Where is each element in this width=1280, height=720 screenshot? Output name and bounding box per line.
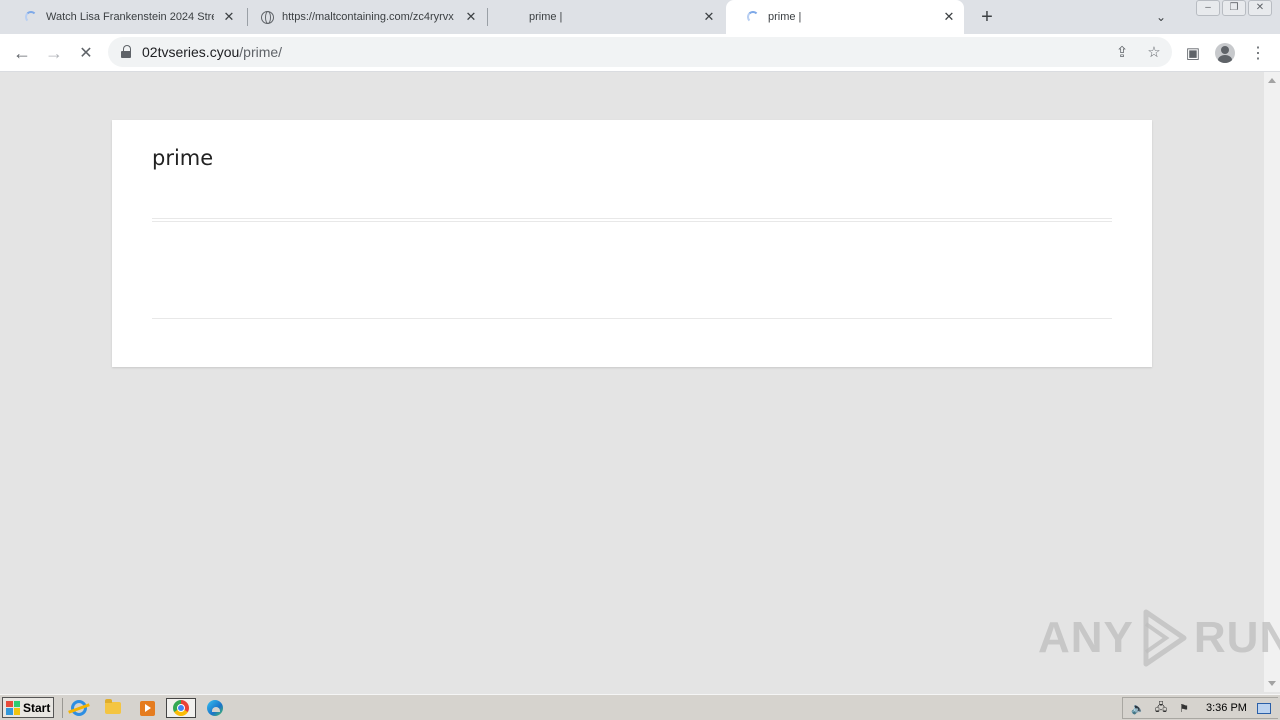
close-icon[interactable]: ✕: [462, 8, 480, 26]
file-explorer-icon[interactable]: [102, 698, 124, 718]
chevron-down-icon[interactable]: ⌄: [1150, 6, 1172, 28]
close-icon[interactable]: ✕: [220, 8, 238, 26]
globe-icon: [260, 10, 274, 24]
close-icon[interactable]: ✕: [700, 8, 718, 26]
content-card: prime: [112, 120, 1152, 367]
tab-title: https://maltcontaining.com/zc4ryrvx: [282, 11, 454, 23]
start-label: Start: [23, 700, 51, 715]
share-icon[interactable]: ⇪: [1112, 42, 1132, 62]
profile-icon[interactable]: [1214, 42, 1236, 64]
stop-loading-icon[interactable]: ✕: [74, 41, 98, 65]
action-center-flag-icon[interactable]: ⚑: [1176, 701, 1192, 715]
media-player-icon[interactable]: [136, 698, 158, 718]
divider: [152, 218, 1112, 219]
watermark-text-left: ANY: [1038, 613, 1134, 662]
windows-logo-icon: [6, 700, 20, 715]
show-desktop-icon[interactable]: [1256, 702, 1271, 714]
star-icon[interactable]: ☆: [1144, 42, 1164, 62]
watermark-text-right: RUN: [1193, 613, 1280, 662]
tab-maltcontaining[interactable]: https://maltcontaining.com/zc4ryrvx ✕: [240, 0, 486, 34]
forward-arrow-icon[interactable]: →: [42, 41, 66, 65]
play-logo-icon: [1143, 609, 1187, 667]
tab-strip: Watch Lisa Frankenstein 2024 Stream ✕ ht…: [0, 0, 1280, 34]
chrome-icon[interactable]: [166, 698, 196, 718]
url-text[interactable]: 02tvseries.cyou/prime/: [142, 44, 282, 60]
page-viewport: prime: [0, 72, 1264, 692]
tab-lisa-frankenstein[interactable]: Watch Lisa Frankenstein 2024 Stream ✕: [4, 0, 244, 34]
plus-icon[interactable]: +: [976, 6, 998, 28]
blank-favicon: [507, 10, 521, 24]
speaker-icon[interactable]: 🔈: [1130, 701, 1146, 715]
internet-explorer-icon[interactable]: [68, 698, 90, 718]
network-icon[interactable]: 🖧: [1153, 701, 1169, 715]
page-title: prime: [152, 146, 214, 170]
menu-dots-icon[interactable]: ⋮: [1247, 42, 1269, 64]
system-tray: 🔈 🖧 ⚑ 3:36 PM: [1122, 697, 1278, 719]
tab-title: Watch Lisa Frankenstein 2024 Stream: [46, 11, 214, 23]
taskbar-divider: [62, 698, 63, 718]
scroll-down-arrow-icon[interactable]: [1268, 681, 1276, 686]
loading-spinner-icon: [746, 10, 760, 24]
windows-taskbar: Start 🔈 🖧 ⚑ 3:36 PM: [0, 694, 1280, 720]
address-bar[interactable]: 02tvseries.cyou/prime/ ⇪ ☆: [108, 37, 1172, 67]
start-button[interactable]: Start: [2, 697, 54, 718]
vertical-scrollbar[interactable]: [1264, 72, 1280, 692]
tab-prime-1[interactable]: prime | ✕: [487, 0, 724, 34]
close-window-button[interactable]: ✕: [1248, 0, 1272, 16]
loading-spinner-icon: [24, 10, 38, 24]
browser-toolbar: ← → ✕ 02tvseries.cyou/prime/ ⇪ ☆ ▣ ⋮: [0, 34, 1280, 72]
tab-prime-active[interactable]: prime | ✕: [726, 0, 964, 34]
minimize-button[interactable]: –: [1196, 0, 1220, 16]
divider: [152, 221, 1112, 222]
back-arrow-icon[interactable]: ←: [10, 41, 34, 65]
lock-icon[interactable]: [120, 44, 134, 60]
close-icon[interactable]: ✕: [940, 8, 958, 26]
anyrun-watermark: ANY RUN: [1038, 608, 1280, 668]
window-controls: – ❐ ✕: [1194, 0, 1272, 16]
clock[interactable]: 3:36 PM: [1206, 702, 1247, 714]
tab-title: prime |: [768, 11, 802, 23]
edge-icon[interactable]: [204, 698, 226, 718]
divider: [152, 318, 1112, 319]
side-panel-icon[interactable]: ▣: [1182, 42, 1204, 64]
tab-title: prime |: [529, 11, 563, 23]
scroll-up-arrow-icon[interactable]: [1268, 78, 1276, 83]
restore-button[interactable]: ❐: [1222, 0, 1246, 16]
